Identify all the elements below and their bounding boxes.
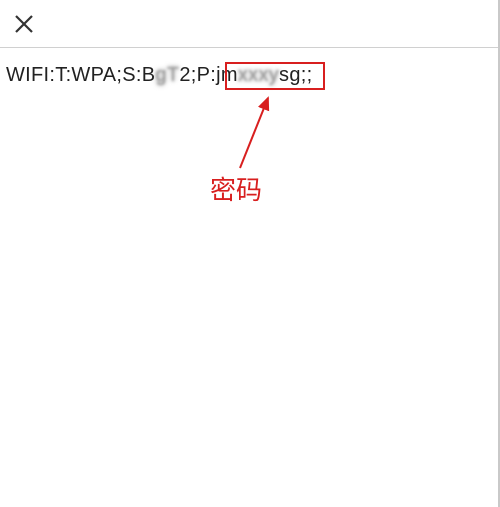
wifi-string: WIFI:T:WPA;S:BgT2;P:jmxxxysg;;	[0, 48, 500, 103]
wifi-prefix: WIFI:T:WPA;S:B	[6, 64, 155, 86]
pwd-end: sg	[279, 64, 301, 86]
close-icon[interactable]	[12, 12, 36, 36]
ssid-suffix: 2;P:	[179, 64, 216, 86]
wifi-trailing: ;;	[301, 64, 313, 86]
header-bar	[0, 0, 500, 48]
pwd-start: jm	[216, 64, 238, 86]
ssid-blurred: gT	[155, 64, 179, 86]
annotation-label: 密码	[210, 170, 262, 207]
pwd-blurred: xxxy	[238, 64, 279, 86]
